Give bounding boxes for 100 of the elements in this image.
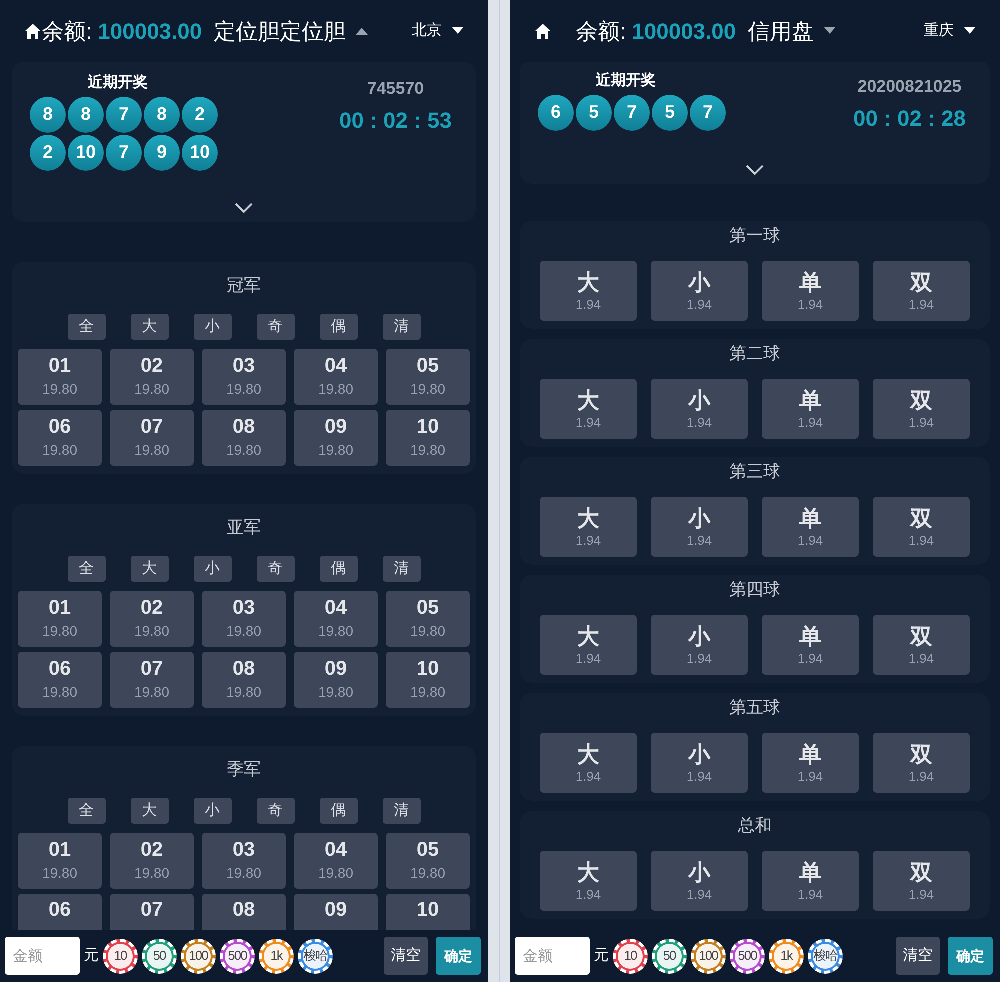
bet-option-button[interactable]: 02 19.80 xyxy=(110,591,194,647)
betting-chip[interactable]: 500 xyxy=(730,938,765,974)
bet-option-button[interactable]: 09 19.80 xyxy=(294,410,378,466)
bet-option-button[interactable]: 03 19.80 xyxy=(202,833,286,889)
bet-option-button[interactable]: 大 1.94 xyxy=(540,497,637,557)
quick-select-button[interactable]: 小 xyxy=(194,314,232,340)
bet-option-button[interactable]: 双 1.94 xyxy=(873,851,970,911)
bet-option-button[interactable]: 03 19.80 xyxy=(202,591,286,647)
bet-option-button[interactable]: 双 1.94 xyxy=(873,261,970,321)
bet-option-button[interactable]: 02 19.80 xyxy=(110,349,194,405)
quick-select-button[interactable]: 奇 xyxy=(256,556,294,582)
clear-button[interactable]: 清空 xyxy=(384,937,428,975)
expand-chevron-icon[interactable] xyxy=(745,164,765,176)
bet-option-button[interactable]: 01 19.80 xyxy=(18,833,102,889)
bet-option-button[interactable]: 10 19.80 xyxy=(386,652,470,708)
quick-select-button[interactable]: 清 xyxy=(382,556,420,582)
quick-select-button[interactable]: 清 xyxy=(382,798,420,824)
betting-chip[interactable]: 100 xyxy=(691,938,726,974)
bet-option-button[interactable]: 08 19.80 xyxy=(202,652,286,708)
bet-option-button[interactable]: 大 1.94 xyxy=(540,379,637,439)
bet-option-button[interactable]: 单 1.94 xyxy=(762,379,859,439)
betting-chip[interactable]: 10 xyxy=(613,938,648,974)
city-dropdown[interactable]: 重庆 xyxy=(924,20,976,42)
amount-input-field[interactable]: 金额 xyxy=(515,937,590,975)
bet-option-button[interactable]: 小 1.94 xyxy=(651,261,748,321)
bet-option-button[interactable]: 双 1.94 xyxy=(873,733,970,793)
bet-option-button[interactable]: 单 1.94 xyxy=(762,733,859,793)
bet-option-button[interactable]: 单 1.94 xyxy=(762,497,859,557)
bet-option-button[interactable]: 01 19.80 xyxy=(18,591,102,647)
bet-option-button[interactable]: 02 19.80 xyxy=(110,833,194,889)
bet-option-button[interactable]: 06 19.80 xyxy=(18,652,102,708)
bet-option-button[interactable]: 10 xyxy=(386,894,470,930)
bet-option-button[interactable]: 大 1.94 xyxy=(540,733,637,793)
home-icon[interactable] xyxy=(24,22,42,40)
mode-dropdown[interactable]: 定位胆定位胆 xyxy=(214,14,368,48)
confirm-button[interactable]: 确定 xyxy=(948,937,993,975)
betting-chip[interactable]: 1k xyxy=(769,938,804,974)
quick-select-button[interactable]: 奇 xyxy=(256,314,294,340)
bet-option-button[interactable]: 双 1.94 xyxy=(873,379,970,439)
quick-select-button[interactable]: 小 xyxy=(194,556,232,582)
bet-option-button[interactable]: 07 19.80 xyxy=(110,652,194,708)
betting-chip[interactable]: 500 xyxy=(220,938,255,974)
quick-select-button[interactable]: 大 xyxy=(130,556,168,582)
expand-chevron-icon[interactable] xyxy=(234,202,254,214)
bet-option-button[interactable]: 03 19.80 xyxy=(202,349,286,405)
bet-option-button[interactable]: 小 1.94 xyxy=(651,379,748,439)
caret-down-icon xyxy=(452,27,464,35)
bet-option-button[interactable]: 小 1.94 xyxy=(651,733,748,793)
quick-select-button[interactable]: 全 xyxy=(68,798,106,824)
bet-option-button[interactable]: 04 19.80 xyxy=(294,833,378,889)
confirm-button[interactable]: 确定 xyxy=(436,937,481,975)
bet-option-button[interactable]: 单 1.94 xyxy=(762,615,859,675)
bet-option-button[interactable]: 单 1.94 xyxy=(762,261,859,321)
section-title: 第二球 xyxy=(730,343,780,365)
bet-option-button[interactable]: 单 1.94 xyxy=(762,851,859,911)
quick-select-button[interactable]: 奇 xyxy=(256,798,294,824)
quick-select-button[interactable]: 清 xyxy=(382,314,420,340)
quick-select-button[interactable]: 偶 xyxy=(320,556,358,582)
bet-option-button[interactable]: 小 1.94 xyxy=(651,851,748,911)
bet-option-button[interactable]: 05 19.80 xyxy=(386,833,470,889)
bet-option-button[interactable]: 06 xyxy=(18,894,102,930)
betting-chip[interactable]: 50 xyxy=(652,938,687,974)
bet-option-button[interactable]: 大 1.94 xyxy=(540,851,637,911)
bet-option-button[interactable]: 05 19.80 xyxy=(386,349,470,405)
quick-select-button[interactable]: 偶 xyxy=(320,798,358,824)
betting-chip[interactable]: 10 xyxy=(103,938,138,974)
quick-select-button[interactable]: 全 xyxy=(68,314,106,340)
clear-button[interactable]: 清空 xyxy=(896,937,940,975)
bet-option-button[interactable]: 07 xyxy=(110,894,194,930)
betting-chip[interactable]: 1k xyxy=(259,938,294,974)
bet-option-button[interactable]: 06 19.80 xyxy=(18,410,102,466)
bet-option-button[interactable]: 大 1.94 xyxy=(540,261,637,321)
bet-option-button[interactable]: 10 19.80 xyxy=(386,410,470,466)
mode-dropdown[interactable]: 信用盘 xyxy=(748,14,836,48)
quick-select-button[interactable]: 大 xyxy=(130,798,168,824)
city-dropdown[interactable]: 北京 xyxy=(412,20,464,42)
bet-option-button[interactable]: 双 1.94 xyxy=(873,615,970,675)
home-icon[interactable] xyxy=(534,22,552,40)
amount-input-field[interactable]: 金额 xyxy=(5,937,80,975)
bet-option-button[interactable]: 08 xyxy=(202,894,286,930)
bet-option-button[interactable]: 小 1.94 xyxy=(651,497,748,557)
betting-chip[interactable]: 梭哈 xyxy=(808,938,843,974)
bet-option-button[interactable]: 小 1.94 xyxy=(651,615,748,675)
quick-select-button[interactable]: 全 xyxy=(68,556,106,582)
bet-option-button[interactable]: 09 19.80 xyxy=(294,652,378,708)
quick-select-button[interactable]: 偶 xyxy=(320,314,358,340)
bet-option-button[interactable]: 04 19.80 xyxy=(294,349,378,405)
betting-chip[interactable]: 梭哈 xyxy=(298,938,333,974)
bet-option-button[interactable]: 01 19.80 xyxy=(18,349,102,405)
bet-option-button[interactable]: 大 1.94 xyxy=(540,615,637,675)
bet-option-button[interactable]: 双 1.94 xyxy=(873,497,970,557)
bet-option-button[interactable]: 08 19.80 xyxy=(202,410,286,466)
betting-chip[interactable]: 50 xyxy=(142,938,177,974)
bet-option-button[interactable]: 09 xyxy=(294,894,378,930)
betting-chip[interactable]: 100 xyxy=(181,938,216,974)
bet-option-button[interactable]: 05 19.80 xyxy=(386,591,470,647)
quick-select-button[interactable]: 大 xyxy=(130,314,168,340)
quick-select-button[interactable]: 小 xyxy=(194,798,232,824)
bet-option-button[interactable]: 04 19.80 xyxy=(294,591,378,647)
bet-option-button[interactable]: 07 19.80 xyxy=(110,410,194,466)
